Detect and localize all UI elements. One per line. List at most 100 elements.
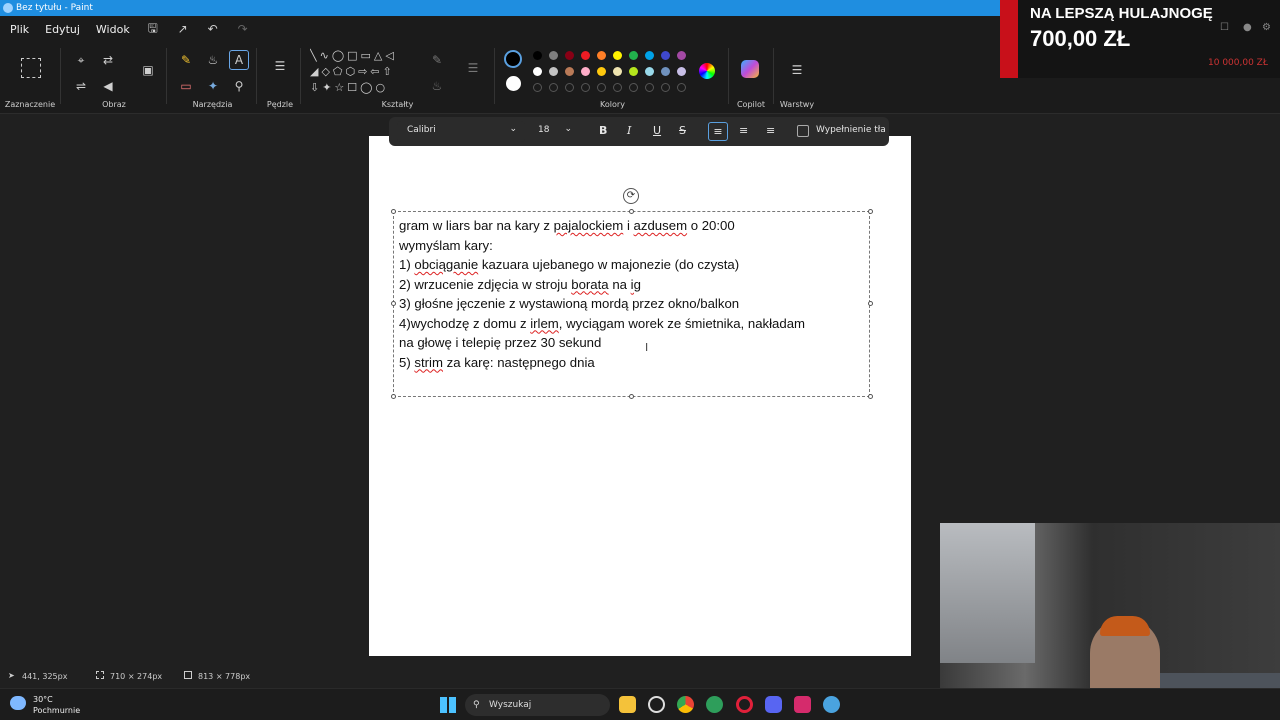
empty-color-slot[interactable] xyxy=(597,83,606,92)
redo-icon[interactable]: ↷ xyxy=(228,22,258,36)
color-swatch[interactable] xyxy=(677,51,686,60)
color-swatch[interactable] xyxy=(549,51,558,60)
empty-color-slot[interactable] xyxy=(549,83,558,92)
file-explorer-icon[interactable] xyxy=(619,696,636,713)
brush-icon[interactable]: ☰ xyxy=(271,58,289,74)
color-swatch[interactable] xyxy=(581,67,590,76)
browser-icon[interactable] xyxy=(706,696,723,713)
magnifier-icon[interactable]: ⚲ xyxy=(230,78,248,94)
share-icon[interactable]: ↗ xyxy=(168,22,198,36)
shape-outline-icon[interactable]: ✎ xyxy=(428,52,446,68)
active-app-icon[interactable] xyxy=(794,696,811,713)
resize-icon[interactable]: ⇄ xyxy=(99,52,117,68)
empty-color-slot[interactable] xyxy=(645,83,654,92)
resize-handle[interactable] xyxy=(868,301,873,306)
text-box-content[interactable]: gram w liars bar na kary z pajalockiem i… xyxy=(399,216,859,372)
color-swatch[interactable] xyxy=(597,51,606,60)
chrome-icon[interactable] xyxy=(677,696,694,713)
resize-handle[interactable] xyxy=(391,209,396,214)
resize-handle[interactable] xyxy=(868,209,873,214)
underline-button[interactable]: U xyxy=(653,124,661,137)
font-family-select[interactable]: Calibri ⌄ xyxy=(397,121,525,142)
menu-file[interactable]: Plik xyxy=(2,23,37,36)
fill-background-checkbox[interactable] xyxy=(797,125,809,137)
empty-color-slot[interactable] xyxy=(565,83,574,92)
color-swatch[interactable] xyxy=(581,51,590,60)
layers-icon[interactable]: ☰ xyxy=(788,62,806,78)
discord-icon[interactable] xyxy=(765,696,782,713)
color-swatch[interactable] xyxy=(613,67,622,76)
copilot-taskbar-icon[interactable] xyxy=(648,696,665,713)
rotate-icon[interactable]: ◀ xyxy=(99,78,117,94)
title-bar: Bez tytułu - Paint xyxy=(0,0,1000,16)
primary-color-swatch[interactable] xyxy=(504,50,522,68)
windows-start-icon[interactable] xyxy=(440,697,456,713)
empty-color-slot[interactable] xyxy=(581,83,590,92)
bold-button[interactable]: B xyxy=(599,124,607,137)
eraser-icon[interactable]: ▭ xyxy=(177,78,195,94)
align-right-button[interactable]: ≡ xyxy=(766,124,775,137)
color-swatch[interactable] xyxy=(533,67,542,76)
text-tool-icon[interactable]: A xyxy=(229,50,249,70)
select-icon[interactable] xyxy=(21,58,41,78)
image-select-icon[interactable]: ▣ xyxy=(139,62,157,78)
color-swatch[interactable] xyxy=(661,67,670,76)
edit-colors-icon[interactable] xyxy=(699,63,715,79)
pointer-icon: ➤ xyxy=(8,671,15,680)
taskbar-search[interactable]: ⚲ Wyszukaj xyxy=(465,694,610,716)
align-center-button[interactable]: ≡ xyxy=(739,124,748,137)
shape-size-icon[interactable]: ☰ xyxy=(464,60,482,76)
color-picker-icon[interactable]: ✦ xyxy=(204,78,222,94)
donation-goal-overlay: NA LEPSZĄ HULAJNOGĘ 700,00 ZŁ 10 000,00 … xyxy=(1000,0,1280,78)
color-swatch[interactable] xyxy=(629,51,638,60)
color-swatch[interactable] xyxy=(661,51,670,60)
resize-handle[interactable] xyxy=(868,394,873,399)
resize-handle[interactable] xyxy=(391,394,396,399)
color-swatch[interactable] xyxy=(565,67,574,76)
resize-handle[interactable] xyxy=(629,394,634,399)
color-swatch[interactable] xyxy=(597,67,606,76)
opera-icon[interactable] xyxy=(736,696,753,713)
color-swatch[interactable] xyxy=(629,67,638,76)
rotate-handle-icon[interactable]: ⟳ xyxy=(623,188,639,204)
strikethrough-button[interactable]: S xyxy=(679,124,686,137)
align-left-button[interactable]: ≡ xyxy=(708,122,728,141)
color-swatch[interactable] xyxy=(549,67,558,76)
crop-icon[interactable]: ⌖ xyxy=(72,52,90,68)
empty-color-slot[interactable] xyxy=(661,83,670,92)
empty-color-slot[interactable] xyxy=(533,83,542,92)
fill-icon[interactable]: ♨ xyxy=(204,52,222,68)
flip-icon[interactable]: ⇌ xyxy=(72,78,90,94)
pencil-icon[interactable]: ✎ xyxy=(177,52,195,68)
resize-handle[interactable] xyxy=(391,301,396,306)
save-icon[interactable]: 🖫 xyxy=(138,19,168,40)
empty-color-slot[interactable] xyxy=(613,83,622,92)
color-swatch[interactable] xyxy=(613,51,622,60)
shapes-gallery[interactable]: ╲∿◯□▭△◁ ◢◇⬠⬡⇨⇦⇧ ⇩✦☆☐◯○ xyxy=(310,48,415,98)
color-swatch[interactable] xyxy=(645,67,654,76)
fill-background-label[interactable]: Wypełnienie tła xyxy=(816,125,886,135)
empty-color-slot[interactable] xyxy=(629,83,638,92)
resize-handle[interactable] xyxy=(629,209,634,214)
undo-icon[interactable]: ↶ xyxy=(198,22,228,36)
menu-bar: Plik Edytuj Widok 🖫 ↗ ↶ ↷ xyxy=(0,16,1000,42)
color-swatch[interactable] xyxy=(645,51,654,60)
chevron-down-icon: ⌄ xyxy=(564,124,572,134)
menu-edit[interactable]: Edytuj xyxy=(37,23,88,36)
menu-view[interactable]: Widok xyxy=(88,23,138,36)
copilot-icon[interactable] xyxy=(741,60,759,78)
italic-button[interactable]: I xyxy=(627,124,631,137)
weather-widget[interactable]: 30°C Pochmurnie xyxy=(10,694,80,716)
shape-fill-icon[interactable]: ♨ xyxy=(428,78,446,94)
window-title: Bez tytułu - Paint xyxy=(16,3,93,13)
empty-color-slot[interactable] xyxy=(677,83,686,92)
font-size-select[interactable]: 18 ⌄ xyxy=(530,121,576,142)
taskbar: 30°C Pochmurnie ⚲ Wyszukaj xyxy=(0,688,1280,720)
ribbon-divider xyxy=(728,48,729,104)
color-swatch[interactable] xyxy=(565,51,574,60)
paint-taskbar-icon[interactable] xyxy=(823,696,840,713)
color-swatch[interactable] xyxy=(677,67,686,76)
secondary-color-swatch[interactable] xyxy=(506,76,521,91)
text-line-4: 2) wrzucenie zdjęcia w stroju borata na … xyxy=(399,276,641,292)
color-swatch[interactable] xyxy=(533,51,542,60)
